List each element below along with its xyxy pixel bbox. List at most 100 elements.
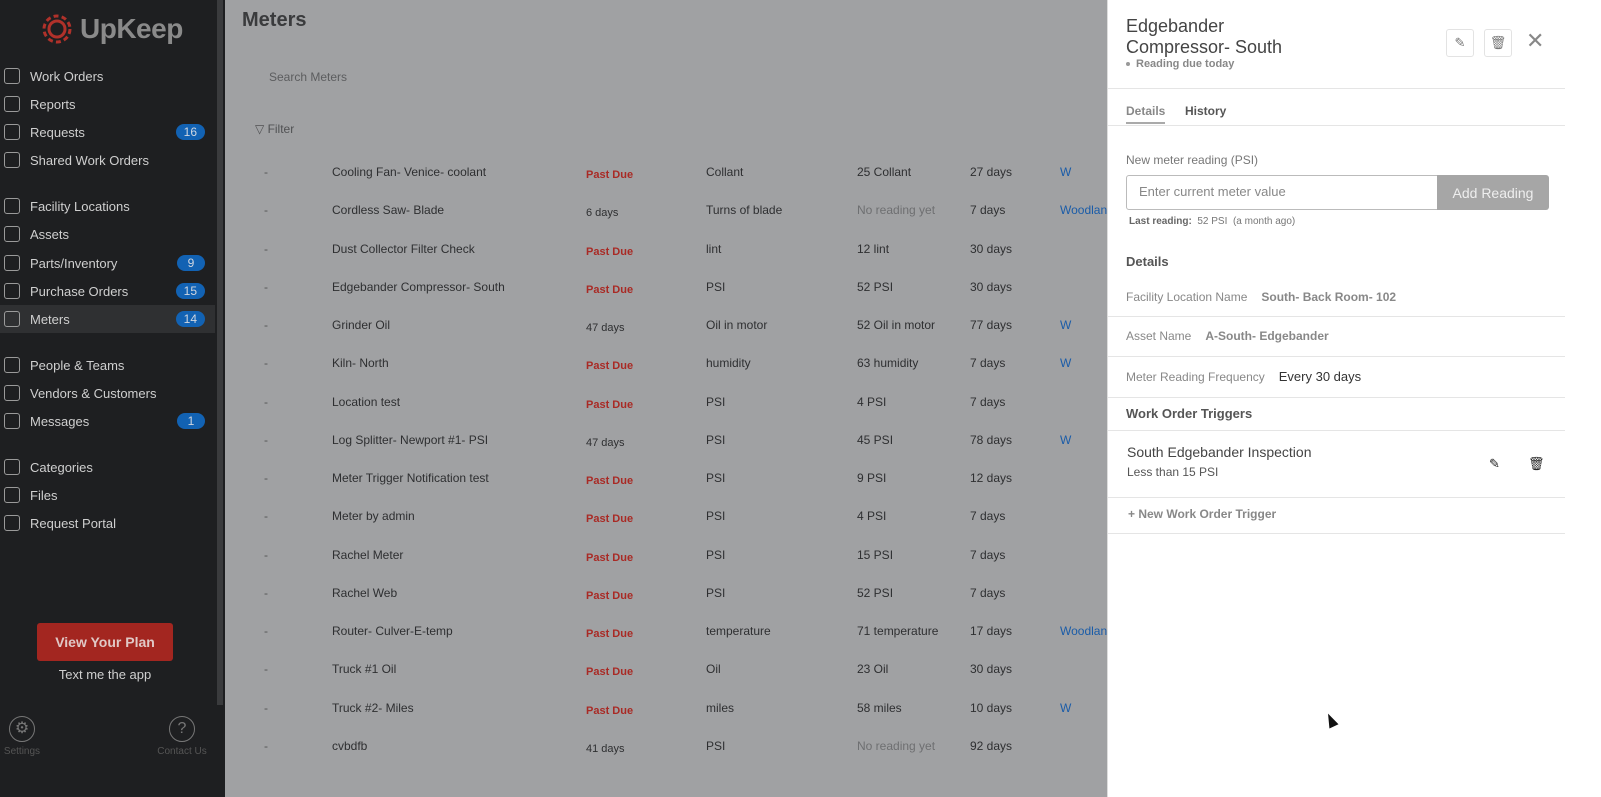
sidebar-item-messages[interactable]: Messages 1 — [0, 407, 215, 435]
table-row[interactable]: - Kiln- North Past Due humidity 63 humid… — [225, 356, 1125, 376]
meter-name[interactable]: Location test — [332, 395, 400, 409]
due-status: Past Due — [586, 551, 634, 564]
meter-value-input[interactable]: Enter current meter value — [1126, 175, 1438, 210]
frequency: 30 days — [970, 241, 1013, 256]
table-row[interactable]: - Grinder Oil 47 days Oil in motor 52 Oi… — [225, 318, 1125, 338]
table-row[interactable]: - Dust Collector Filter Check Past Due l… — [225, 242, 1125, 262]
tab-details[interactable]: Details — [1126, 104, 1166, 124]
sidebar-item-label: Work Orders — [30, 68, 104, 84]
table-row[interactable]: - Log Splitter- Newport #1- PSI 47 days … — [225, 433, 1125, 453]
table-row[interactable]: - cvbdfb 41 days PSI No reading yet 92 d… — [225, 739, 1125, 759]
location-link[interactable]: Woodlan — [1060, 624, 1107, 638]
meter-name[interactable]: Cooling Fan- Venice- coolant — [332, 165, 486, 179]
row-dash: - — [264, 165, 268, 179]
tab-history[interactable]: History — [1185, 104, 1226, 118]
sidebar-item-people-teams[interactable]: People & Teams — [0, 351, 215, 379]
location-link[interactable]: W — [1060, 701, 1071, 715]
meter-name[interactable]: cvbdfb — [332, 739, 367, 753]
parts-inventory-icon — [4, 255, 20, 271]
location-link[interactable]: Woodlan — [1060, 203, 1107, 217]
shared-work-orders-icon — [4, 152, 20, 168]
asset-name-row: Asset Name A-South- Edgebander — [1126, 329, 1329, 343]
table-row[interactable]: - Truck #1 Oil Past Due Oil 23 Oil 30 da… — [225, 662, 1125, 682]
meter-name[interactable]: Kiln- North — [332, 356, 389, 370]
last-reading: No reading yet — [857, 203, 936, 218]
table-row[interactable]: - Rachel Meter Past Due PSI 15 PSI 7 day… — [225, 548, 1125, 568]
meter-name[interactable]: Edgebander Compressor- South — [332, 280, 505, 294]
gear-icon: ⚙ — [9, 716, 35, 742]
new-trigger-button[interactable]: + New Work Order Trigger — [1128, 507, 1276, 521]
row-dash: - — [264, 394, 268, 409]
sidebar-item-facility-locations[interactable]: Facility Locations — [0, 192, 215, 220]
table-row[interactable]: - Truck #2- Miles Past Due miles 58 mile… — [225, 701, 1125, 721]
meter-name[interactable]: Grinder Oil — [332, 318, 390, 332]
page-title: Meters — [242, 9, 307, 31]
meter-name[interactable]: Truck #1 Oil — [332, 662, 396, 676]
location-link[interactable]: W — [1060, 433, 1071, 447]
location-link[interactable]: W — [1060, 356, 1071, 370]
meter-unit: PSI — [706, 432, 726, 447]
meter-unit: temperature — [706, 624, 771, 638]
filter-button[interactable]: ▽ Filter — [255, 122, 294, 136]
table-row[interactable]: - Edgebander Compressor- South Past Due … — [225, 280, 1125, 300]
sidebar-item-request-portal[interactable]: Request Portal — [0, 509, 215, 537]
settings-button[interactable]: ⚙ Settings — [2, 716, 42, 757]
meter-unit: Oil in motor — [706, 318, 768, 332]
sidebar-item-label: Request Portal — [30, 515, 116, 531]
sidebar-item-shared-work-orders[interactable]: Shared Work Orders — [0, 146, 215, 174]
close-icon[interactable]: ✕ — [1526, 28, 1544, 54]
delete-trigger-trash-icon[interactable]: 🗑 — [1528, 456, 1545, 472]
edit-trigger-pencil-icon[interactable]: ✎ — [1489, 456, 1500, 472]
text-me-app-link[interactable]: Text me the app — [0, 667, 210, 682]
pencil-icon: ✎ — [1454, 35, 1466, 50]
meter-name[interactable]: Router- Culver-E-temp — [332, 624, 453, 638]
frequency: 92 days — [970, 738, 1013, 753]
requests-icon — [4, 124, 20, 140]
table-row[interactable]: - Rachel Web Past Due PSI 52 PSI 7 days — [225, 586, 1125, 606]
meter-unit: Turns of blade — [706, 203, 783, 218]
frequency: 10 days — [970, 700, 1013, 715]
meter-unit: PSI — [706, 509, 726, 524]
row-dash: - — [264, 585, 268, 600]
logo[interactable]: UpKeep — [40, 12, 183, 46]
add-reading-button[interactable]: Add Reading — [1437, 175, 1549, 210]
people-teams-icon — [4, 357, 20, 373]
meter-name[interactable]: Cordless Saw- Blade — [332, 203, 444, 217]
sidebar-item-purchase-orders[interactable]: Purchase Orders 15 — [0, 277, 215, 305]
meter-name[interactable]: Dust Collector Filter Check — [332, 242, 475, 256]
sidebar-item-vendors-customers[interactable]: Vendors & Customers — [0, 379, 215, 407]
sidebar-item-assets[interactable]: Assets — [0, 220, 215, 248]
meter-name[interactable]: Rachel Web — [332, 586, 397, 600]
location-link[interactable]: W — [1060, 165, 1071, 179]
table-row[interactable]: - Meter by admin Past Due PSI 4 PSI 7 da… — [225, 509, 1125, 529]
sidebar-item-reports[interactable]: Reports — [0, 90, 215, 118]
meter-name[interactable]: Meter by admin — [332, 509, 415, 523]
sidebar-item-meters[interactable]: Meters 14 — [0, 305, 215, 333]
sidebar-item-files[interactable]: Files — [0, 481, 215, 509]
sidebar-item-parts-inventory[interactable]: Parts/Inventory 9 — [0, 249, 215, 277]
view-plan-button[interactable]: View Your Plan — [37, 623, 173, 661]
meter-name[interactable]: Rachel Meter — [332, 548, 403, 562]
delete-button[interactable]: 🗑 — [1484, 29, 1512, 57]
contact-us-button[interactable]: ? Contact Us — [152, 716, 212, 757]
last-reading: 23 Oil — [857, 662, 889, 677]
sidebar-scrollbar[interactable] — [217, 0, 223, 705]
sidebar-item-categories[interactable]: Categories — [0, 453, 215, 481]
meter-name[interactable]: Log Splitter- Newport #1- PSI — [332, 433, 488, 447]
frequency: 7 days — [970, 547, 1006, 562]
table-row[interactable]: - Location test Past Due PSI 4 PSI 7 day… — [225, 395, 1125, 415]
meter-name[interactable]: Truck #2- Miles — [332, 701, 414, 715]
sidebar-item-work-orders[interactable]: Work Orders — [0, 62, 215, 90]
sidebar-item-requests[interactable]: Requests 16 — [0, 118, 215, 146]
location-link[interactable]: W — [1060, 318, 1071, 332]
meter-name[interactable]: Meter Trigger Notification test — [332, 471, 489, 485]
meter-unit: Oil — [706, 662, 721, 677]
table-row[interactable]: - Meter Trigger Notification test Past D… — [225, 471, 1125, 491]
table-row[interactable]: - Router- Culver-E-temp Past Due tempera… — [225, 624, 1125, 644]
table-row[interactable]: - Cordless Saw- Blade 6 days Turns of bl… — [225, 203, 1125, 223]
table-row[interactable]: - Cooling Fan- Venice- coolant Past Due … — [225, 165, 1125, 185]
due-status: Past Due — [586, 666, 634, 679]
edit-button[interactable]: ✎ — [1446, 29, 1474, 57]
search-input[interactable]: Search Meters — [269, 70, 347, 84]
meter-unit: PSI — [706, 471, 726, 485]
